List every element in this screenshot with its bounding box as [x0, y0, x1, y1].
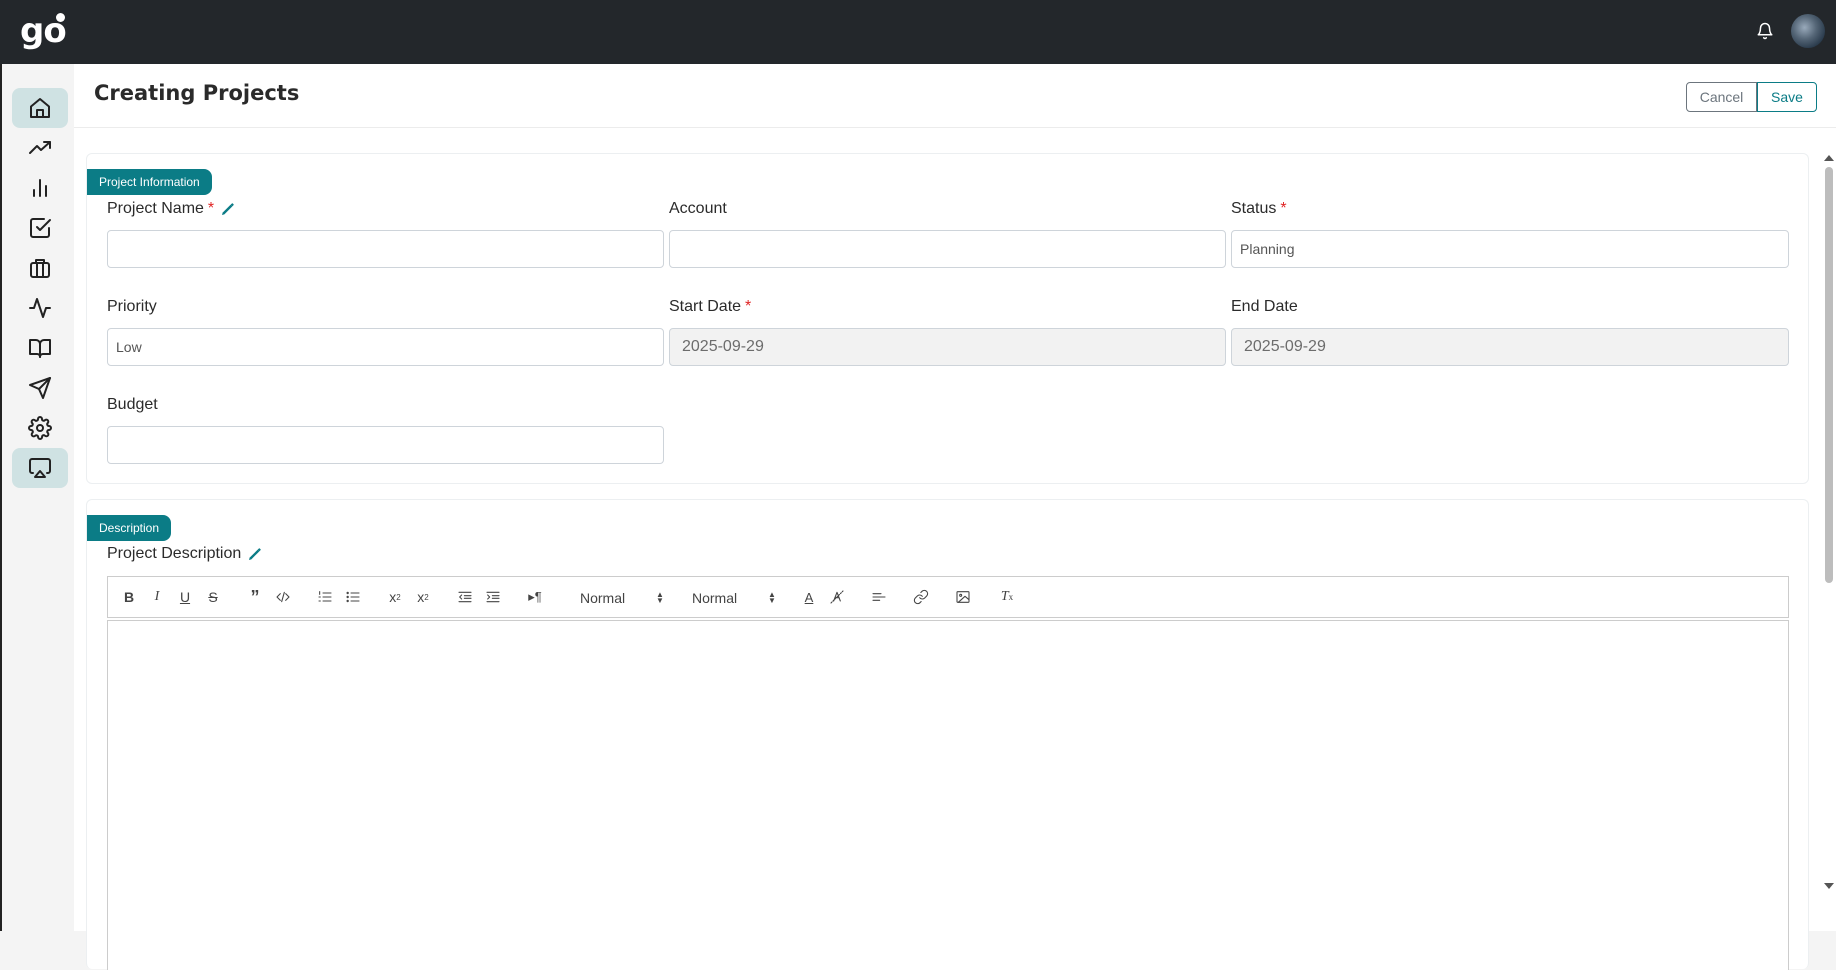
- page-title: Creating Projects: [94, 81, 300, 105]
- link-icon: [913, 589, 929, 605]
- section-tag-description: Description: [87, 515, 172, 541]
- subscript-button[interactable]: x2: [384, 586, 406, 608]
- superscript-button[interactable]: x2: [412, 586, 434, 608]
- pencil-icon[interactable]: [220, 201, 236, 217]
- section-tag-project-information: Project Information: [87, 169, 212, 195]
- scroll-down-arrow-icon[interactable]: [1824, 883, 1834, 889]
- code-block-button[interactable]: [272, 586, 294, 608]
- save-button[interactable]: Save: [1757, 82, 1817, 112]
- send-icon: [29, 377, 51, 399]
- align-button[interactable]: [868, 586, 890, 608]
- user-avatar[interactable]: [1791, 14, 1825, 48]
- checkbox-icon: [30, 218, 51, 238]
- logo-dot: [56, 13, 65, 22]
- sidebar-item-projects[interactable]: [12, 248, 68, 288]
- sidebar: [0, 64, 74, 931]
- sidebar-item-tasks[interactable]: [12, 208, 68, 248]
- action-buttons: Cancel Save: [1686, 82, 1817, 112]
- image-button[interactable]: [952, 586, 974, 608]
- briefcase-icon: [30, 259, 50, 278]
- required-marker: *: [207, 200, 215, 217]
- size-select[interactable]: Normal ▲ ▼: [692, 587, 784, 609]
- link-button[interactable]: [910, 586, 932, 608]
- project-name-label: Project Name *: [107, 200, 236, 218]
- sidebar-item-activity[interactable]: [12, 288, 68, 328]
- ordered-list-icon: [318, 591, 332, 602]
- align-left-icon: [872, 593, 886, 601]
- bell-icon[interactable]: [1756, 21, 1774, 41]
- indent-icon: [486, 591, 500, 603]
- scroll-up-arrow-icon[interactable]: [1824, 155, 1834, 161]
- header-select-value: Normal: [580, 590, 626, 606]
- project-description-label-text: Project Description: [107, 545, 242, 562]
- main-content: Creating Projects Cancel Save Project In…: [74, 64, 1836, 970]
- select-arrows-icon: ▲ ▼: [656, 590, 664, 605]
- priority-label: Priority: [107, 298, 157, 315]
- cancel-button[interactable]: Cancel: [1686, 82, 1757, 112]
- outdent-icon: [458, 591, 472, 603]
- required-marker: *: [745, 298, 752, 315]
- strikethrough-button[interactable]: S: [202, 586, 224, 608]
- image-icon: [956, 591, 970, 603]
- text-direction-button[interactable]: ▸¶: [524, 586, 546, 608]
- rich-text-toolbar: B I U S ” x2 x2 ▸¶ Normal ▲ ▼ Normal ▲ ▼…: [107, 576, 1789, 618]
- pencil-icon[interactable]: [247, 546, 263, 562]
- scroll-thumb[interactable]: [1825, 167, 1833, 583]
- bullet-list-icon: [346, 591, 360, 603]
- bar-chart-icon: [33, 179, 47, 197]
- status-label-text: Status: [1231, 200, 1277, 217]
- sidebar-item-trending[interactable]: [12, 128, 68, 168]
- book-icon: [29, 339, 51, 358]
- header-select[interactable]: Normal ▲ ▼: [580, 587, 672, 609]
- project-name-input[interactable]: [107, 230, 664, 268]
- start-date-input[interactable]: 2025-09-29: [669, 328, 1226, 366]
- top-navbar: go: [0, 0, 1836, 64]
- gear-icon: [28, 416, 52, 440]
- background-color-icon: [830, 590, 844, 604]
- description-card: Description Project Description B I U S …: [86, 499, 1809, 970]
- bold-button[interactable]: B: [118, 586, 140, 608]
- page-header: Creating Projects Cancel Save: [74, 64, 1836, 128]
- budget-input[interactable]: [107, 426, 664, 464]
- end-date-input[interactable]: 2025-09-29: [1231, 328, 1789, 366]
- background-color-button[interactable]: [826, 586, 848, 608]
- bullet-list-button[interactable]: [342, 586, 364, 608]
- account-input[interactable]: [669, 230, 1226, 268]
- outdent-button[interactable]: [454, 586, 476, 608]
- vertical-scrollbar[interactable]: [1822, 153, 1836, 893]
- sidebar-item-analytics[interactable]: [12, 168, 68, 208]
- sidebar-item-settings[interactable]: [12, 408, 68, 448]
- status-label: Status *: [1231, 200, 1287, 218]
- project-name-label-text: Project Name: [107, 200, 204, 217]
- sidebar-item-home[interactable]: [12, 88, 68, 128]
- project-description-label: Project Description: [107, 545, 263, 563]
- clear-format-button[interactable]: Tx: [996, 586, 1018, 608]
- ordered-list-button[interactable]: [314, 586, 336, 608]
- rich-text-editor[interactable]: [107, 620, 1789, 970]
- start-date-label-text: Start Date: [669, 298, 742, 315]
- budget-label: Budget: [107, 396, 158, 413]
- trending-up-icon: [29, 141, 51, 154]
- italic-button[interactable]: I: [146, 586, 168, 608]
- project-information-card: Project Information Project Name * Accou…: [86, 153, 1809, 484]
- activity-icon: [29, 298, 51, 318]
- airplay-icon: [29, 458, 51, 478]
- indent-button[interactable]: [482, 586, 504, 608]
- code-icon: [276, 591, 290, 603]
- blockquote-button[interactable]: ”: [244, 586, 266, 608]
- account-label: Account: [669, 200, 727, 217]
- end-date-label: End Date: [1231, 298, 1298, 315]
- status-select[interactable]: Planning: [1231, 230, 1789, 268]
- text-color-button[interactable]: A: [798, 586, 820, 608]
- start-date-label: Start Date *: [669, 298, 751, 316]
- size-select-value: Normal: [692, 590, 738, 606]
- select-arrows-icon: ▲ ▼: [768, 590, 776, 605]
- sidebar-item-send[interactable]: [12, 368, 68, 408]
- home-icon: [30, 98, 50, 118]
- sidebar-item-docs[interactable]: [12, 328, 68, 368]
- priority-select[interactable]: Low: [107, 328, 664, 366]
- required-marker: *: [1280, 200, 1287, 217]
- sidebar-item-presentations[interactable]: [12, 448, 68, 488]
- underline-button[interactable]: U: [174, 586, 196, 608]
